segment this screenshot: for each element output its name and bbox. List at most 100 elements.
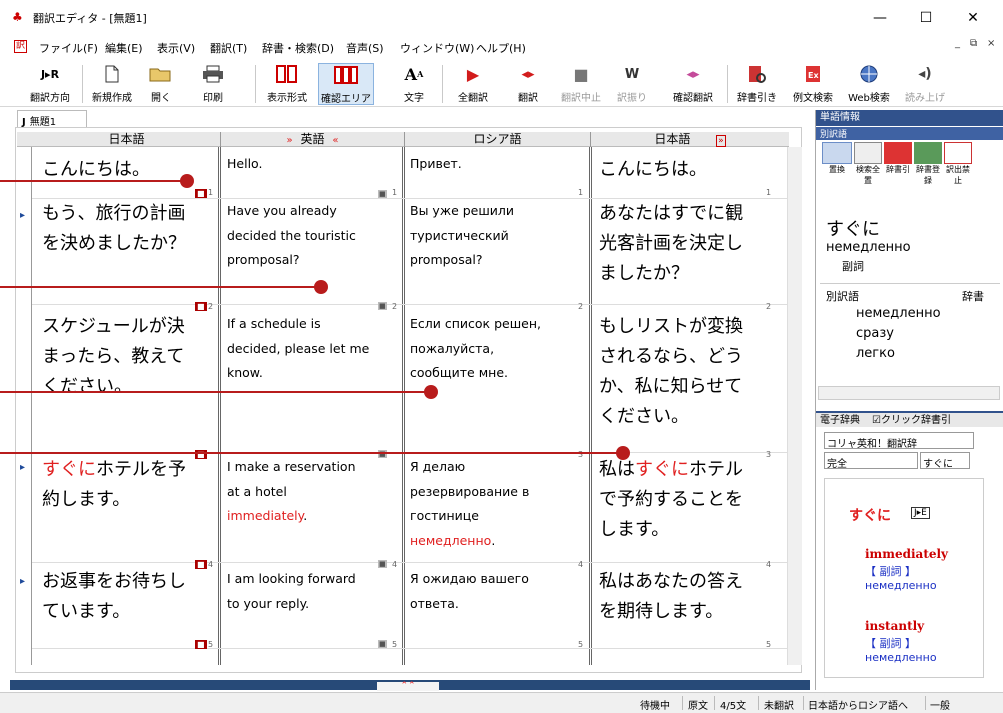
mdi-close-button[interactable]: × xyxy=(987,38,995,49)
document-scrollbar[interactable] xyxy=(787,147,802,665)
side-panel: 単語情報 別訳語 置換 検索全置 辞書引 辞書登録 訳出禁止 すぐに немед… xyxy=(815,110,1003,690)
confirm-translate-button[interactable]: ◂▸ 確認翻訳 xyxy=(668,63,718,105)
table-row-5-english[interactable]: I am looking forward to your reply. xyxy=(227,567,400,616)
menu-window[interactable]: ウィンドウ(W) xyxy=(400,40,474,56)
column-header-japanese-back[interactable]: 日本語 » xyxy=(591,132,789,147)
table-row-3-japanese-back[interactable]: もしリストが変換 されるなら、どう か、私に知らせて ください。 xyxy=(599,312,784,432)
entry-pos: 【 副詞 】 xyxy=(865,637,916,650)
read-aloud-button[interactable]: ◂) 読み上げ xyxy=(903,63,947,105)
open-button[interactable]: 開く xyxy=(144,63,178,105)
split-handle-icon[interactable]: ⌃⌃ xyxy=(377,682,439,691)
translate-all-button[interactable]: ▶ 全翻訳 xyxy=(450,63,496,105)
dict-register-button[interactable]: 辞書登録 xyxy=(914,142,942,185)
toolbar-separator xyxy=(442,65,443,103)
click-dict-checkbox[interactable]: ☑クリック辞書引 xyxy=(872,415,951,426)
three-columns-icon xyxy=(319,64,373,86)
printer-icon xyxy=(196,63,230,85)
table-row-5-japanese-back[interactable]: 私はあなたの答え を期待します。 xyxy=(599,567,784,627)
entry-headword: すぐに xyxy=(849,508,891,524)
callout-dot xyxy=(314,280,328,294)
table-row-3-russian[interactable]: Если список решен, пожалуйста, сообщите мн… xyxy=(410,312,585,386)
translate-button[interactable]: ◂▸ 翻訳 xyxy=(508,63,548,105)
list-item[interactable]: немедленно xyxy=(856,306,941,321)
replace-button[interactable]: 置換 xyxy=(822,142,852,180)
menu-view[interactable]: 表示(V) xyxy=(157,40,195,56)
table-row-1-japanese-back[interactable]: こんにちは。 xyxy=(599,155,784,185)
table-row-5-russian[interactable]: Я ожидаю вашего ответа. xyxy=(410,567,585,616)
furigana-button[interactable]: W 訳振り xyxy=(614,63,650,105)
dictionary-search-input[interactable]: すぐに xyxy=(920,452,970,470)
table-row-4-japanese[interactable]: すぐにホテルを予 約します。 xyxy=(42,455,217,515)
callout-line xyxy=(0,286,320,288)
example-search-button[interactable]: Ex 例文検索 xyxy=(788,63,838,105)
flag-icon: ▸ xyxy=(20,576,26,587)
entry-word[interactable]: immediately xyxy=(865,547,948,561)
table-row-3-japanese[interactable]: スケジュールが決 まったら、教えて ください。 xyxy=(42,312,217,402)
dictionary-icon xyxy=(733,63,781,85)
e-dictionary-header: 電子辞典 ☑クリック辞書引 xyxy=(816,411,1003,427)
table-row-4-japanese-back[interactable]: 私はすぐにホテル で予約することを します。 xyxy=(599,455,784,545)
row-divider xyxy=(32,304,787,305)
column-header-english[interactable]: » 英語 « xyxy=(221,132,405,147)
sentence-marker-icon: ■ xyxy=(378,190,387,198)
close-button[interactable]: ✕ xyxy=(950,0,996,35)
search-replace-button[interactable]: 検索全置 xyxy=(854,142,882,185)
sentence-marker-icon: ■ xyxy=(195,189,207,198)
column-header-russian[interactable]: ロシア語 xyxy=(405,132,591,147)
table-row-3-english[interactable]: If a schedule is decided, please let me kn… xyxy=(227,312,400,386)
menu-voice[interactable]: 音声(S) xyxy=(346,40,384,56)
table-row-2-japanese-back[interactable]: あなたはすでに観 光客計画を決定し ましたか？ xyxy=(599,199,784,289)
menu-file[interactable]: ファイル(F) xyxy=(39,40,98,56)
suppress-translation-button[interactable]: 訳出禁止 xyxy=(944,142,972,185)
list-item[interactable]: сразу xyxy=(856,326,894,341)
toolbar-separator xyxy=(255,65,256,103)
dict-lookup-small-button[interactable]: 辞書引 xyxy=(884,142,912,180)
font-button[interactable]: AA 文字 xyxy=(394,63,434,105)
table-row-4-russian[interactable]: Я делаю резервирование в гостинице немедле… xyxy=(410,455,585,553)
dictionary-select[interactable]: コリャ英和！翻訳辞 xyxy=(824,432,974,450)
minimize-button[interactable]: — xyxy=(857,0,903,35)
table-row-2-japanese[interactable]: もう、旅行の計画 を決めましたか？ xyxy=(42,199,217,259)
status-field: 一般 xyxy=(930,701,950,712)
table-row-2-russian[interactable]: Вы уже решили туристический promposal? xyxy=(410,199,585,273)
confirm-translate-icon: ◂▸ xyxy=(686,66,700,82)
font-icon: AA xyxy=(404,64,424,84)
menu-dictionary[interactable]: 辞書・検索(D) xyxy=(262,40,334,56)
direction-button[interactable]: J▸R 翻訳方向 xyxy=(24,63,76,105)
mdi-minimize-button[interactable]: _ xyxy=(955,38,960,49)
match-mode-select[interactable]: 完全 xyxy=(824,452,918,470)
table-row-4-english[interactable]: I make a reservation at a hotel immediate… xyxy=(227,455,400,529)
new-document-icon xyxy=(86,63,138,85)
furigana-icon: W xyxy=(624,66,640,82)
print-button[interactable]: 印刷 xyxy=(196,63,230,105)
menu-bar: 訳 ファイル(F) 編集(E) 表示(V) 翻訳(T) 辞書・検索(D) 音声(… xyxy=(0,35,1003,57)
alternatives-header: 別訳語 xyxy=(826,290,859,303)
table-row-1-english[interactable]: Hello. xyxy=(227,155,400,173)
table-row-2-english[interactable]: Have you already decided the touristic pro… xyxy=(227,199,400,273)
table-row-1-russian[interactable]: Привет. xyxy=(410,155,585,173)
display-format-button[interactable]: 表示形式 xyxy=(261,63,313,105)
menu-help[interactable]: ヘルプ(H) xyxy=(476,40,526,56)
speaker-icon: ◂) xyxy=(918,66,932,82)
word-info-header: 単語情報 xyxy=(816,110,1003,126)
menu-edit[interactable]: 編集(E) xyxy=(105,40,143,56)
new-button[interactable]: 新規作成 xyxy=(86,63,138,105)
table-row-5-japanese[interactable]: お返事をお待ちし ています。 xyxy=(42,567,217,627)
expand-column-button[interactable]: » xyxy=(716,135,726,147)
web-search-button[interactable]: Web検索 xyxy=(844,63,894,105)
maximize-button[interactable]: ☐ xyxy=(903,0,949,35)
callout-line xyxy=(0,391,430,393)
alternatives-scrollbar[interactable] xyxy=(818,386,1000,400)
mdi-restore-button[interactable]: ⧉ xyxy=(970,38,977,49)
entry-word[interactable]: instantly xyxy=(865,619,924,633)
dict-lookup-button[interactable]: 辞書引き xyxy=(733,63,781,105)
headword: すぐに xyxy=(826,219,880,240)
status-mode: 原文 xyxy=(688,701,708,712)
menu-translate[interactable]: 翻訳(T) xyxy=(210,40,247,56)
confirm-area-button[interactable]: 確認エリア xyxy=(318,63,374,105)
stop-button[interactable]: ■ 翻訳中止 xyxy=(556,63,606,105)
document-tab[interactable]: J 無題1 xyxy=(17,110,87,128)
flag-icon: ▸ xyxy=(20,210,26,221)
column-header-japanese[interactable]: 日本語 xyxy=(33,132,221,147)
list-item[interactable]: легко xyxy=(856,346,895,361)
